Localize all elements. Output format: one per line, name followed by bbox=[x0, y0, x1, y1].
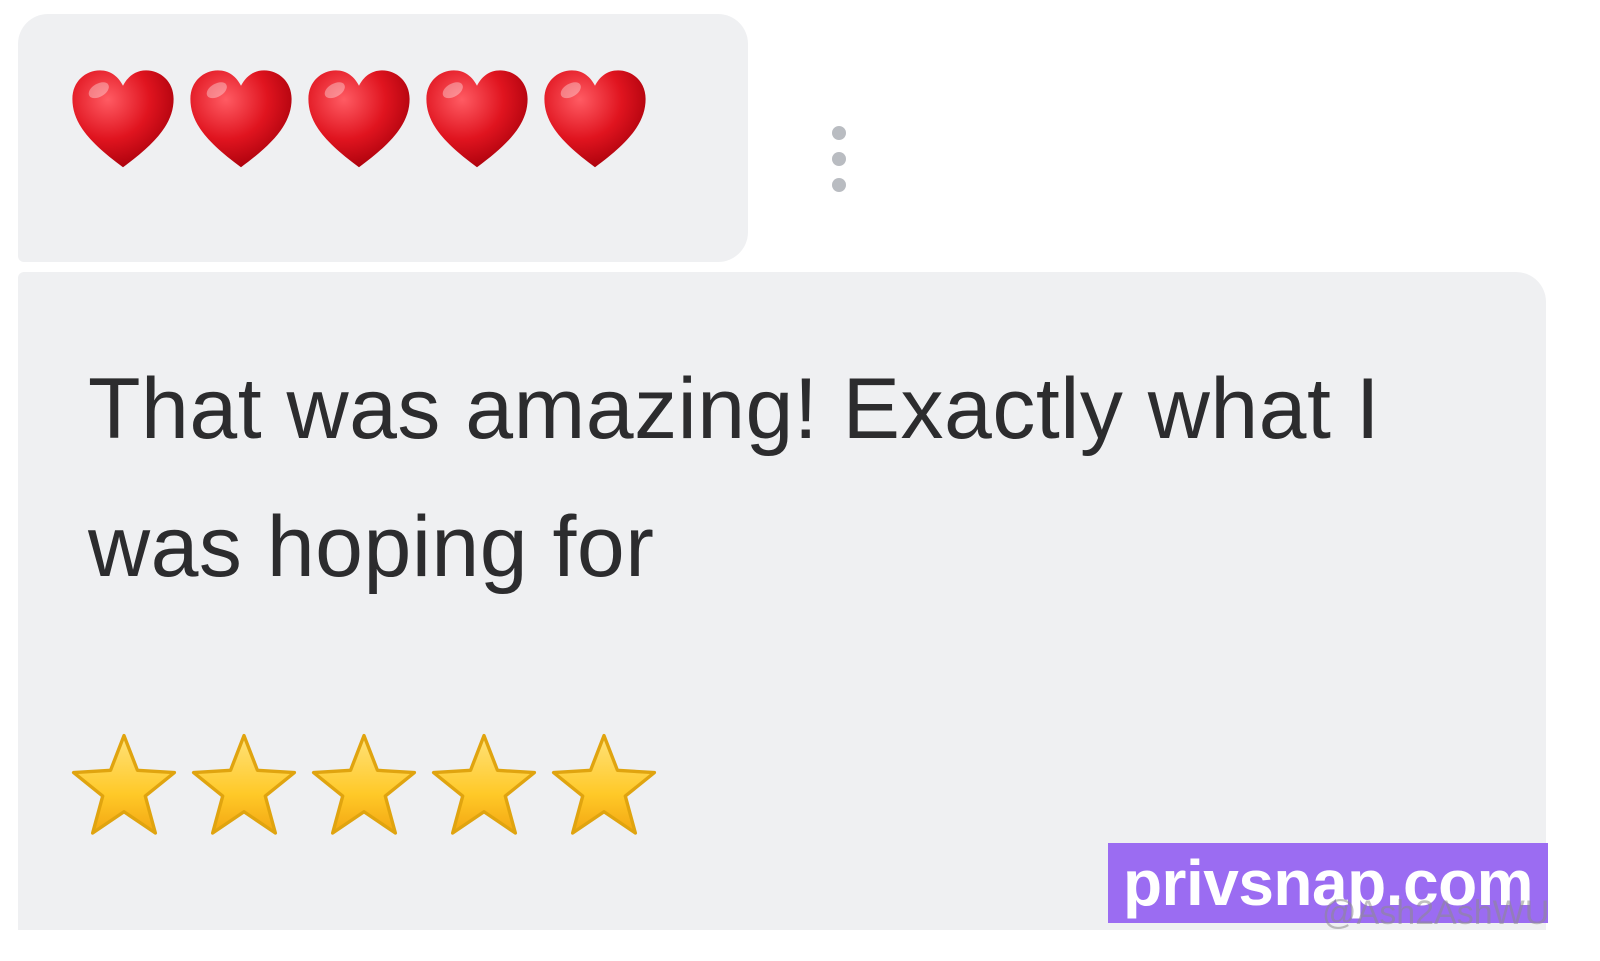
watermark-handle: @Ash2AshWU bbox=[1322, 894, 1550, 932]
more-vertical-icon-dot bbox=[832, 152, 846, 166]
message-line-2: was hoping for bbox=[88, 499, 655, 595]
star-icon bbox=[191, 733, 297, 835]
heart-emoji-row bbox=[68, 66, 650, 176]
more-vertical-icon-dot bbox=[832, 178, 846, 192]
more-vertical-icon bbox=[832, 126, 846, 140]
heart-icon bbox=[426, 70, 528, 168]
heart-icon bbox=[190, 70, 292, 168]
heart-icon bbox=[72, 70, 174, 168]
heart-icon bbox=[308, 70, 410, 168]
message-body: That was amazing! Exactly what I was hop… bbox=[88, 340, 1488, 616]
chat-screenshot: That was amazing! Exactly what I was hop… bbox=[0, 0, 1600, 961]
heart-icon bbox=[544, 70, 646, 168]
star-rating-row bbox=[68, 730, 660, 842]
message-line-1: That was amazing! Exactly what I bbox=[88, 361, 1381, 457]
star-icon bbox=[311, 733, 417, 835]
star-icon bbox=[71, 733, 177, 835]
star-icon bbox=[431, 733, 537, 835]
star-icon bbox=[551, 733, 657, 835]
message-options-button[interactable] bbox=[826, 126, 852, 192]
